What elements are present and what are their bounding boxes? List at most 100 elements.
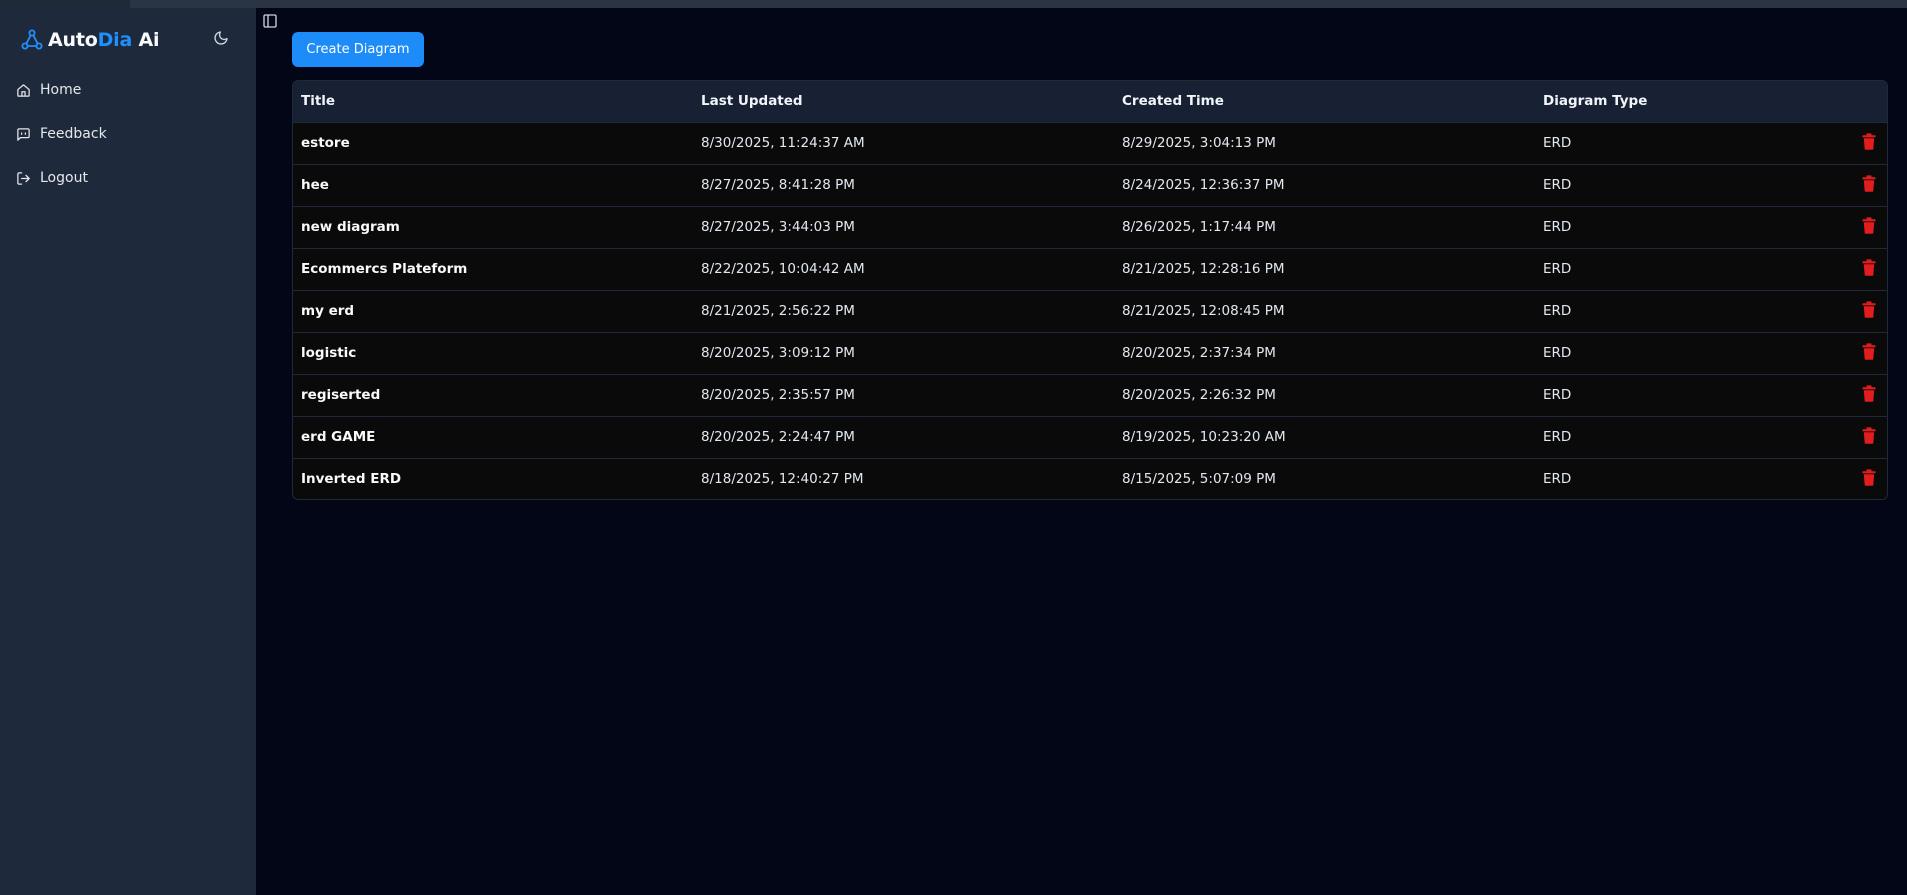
delete-button[interactable] — [1861, 426, 1877, 448]
row-last-updated: 8/18/2025, 12:40:27 PM — [701, 471, 864, 488]
row-last-updated: 8/21/2025, 2:56:22 PM — [701, 303, 855, 319]
panel-left-icon — [263, 14, 277, 28]
sidebar-item-label: Home — [40, 82, 82, 98]
sidebar-item-label: Logout — [40, 170, 88, 186]
row-title[interactable]: estore — [293, 122, 693, 164]
row-diagram-type: ERD — [1543, 219, 1572, 235]
row-actions — [1843, 458, 1887, 499]
row-diagram-type: ERD — [1543, 177, 1572, 193]
row-created-time: 8/24/2025, 12:36:37 PM — [1122, 177, 1285, 193]
row-actions — [1843, 374, 1887, 416]
sidebar-item-home[interactable]: Home — [0, 68, 256, 112]
table-row[interactable]: Ecommercs Plateform 8/22/2025, 10:04:42 A… — [293, 248, 1887, 290]
row-last-updated: 8/20/2025, 2:35:57 PM — [701, 387, 855, 403]
table-row[interactable]: erd GAME 8/20/2025, 2:24:47 PM 8/19/2025, … — [293, 416, 1887, 458]
trash-icon — [1862, 469, 1876, 486]
table-row[interactable]: regiserted 8/20/2025, 2:35:57 PM 8/20/2025… — [293, 374, 1887, 416]
trash-icon — [1862, 300, 1876, 318]
table-row[interactable]: logistic 8/20/2025, 3:09:12 PM 8/20/2025, … — [293, 332, 1887, 374]
row-title[interactable]: Ecommercs Plateform — [293, 248, 693, 290]
brand-name-part1: Auto — [48, 29, 98, 51]
trash-icon — [1862, 174, 1876, 192]
table-header-row: Title Last Updated Created Time Diagram … — [293, 81, 1887, 122]
row-created-time: 8/29/2025, 3:04:13 PM — [1122, 135, 1276, 151]
row-actions — [1843, 206, 1887, 248]
table-row[interactable]: my erd 8/21/2025, 2:56:22 PM 8/21/2025, 12… — [293, 290, 1887, 332]
brand-name-accent: Dia — [97, 29, 133, 51]
row-actions — [1843, 248, 1887, 290]
row-created-time: 8/21/2025, 12:28:16 PM — [1122, 261, 1285, 277]
table-row[interactable]: hee 8/27/2025, 8:41:28 PM 8/24/2025, 12:36… — [293, 164, 1887, 206]
theme-toggle-button[interactable] — [211, 28, 231, 48]
row-diagram-type: ERD — [1543, 429, 1572, 445]
row-diagram-type: ERD — [1543, 303, 1572, 319]
create-diagram-button[interactable]: Create Diagram — [292, 32, 424, 67]
row-last-updated: 8/20/2025, 3:09:12 PM — [701, 345, 855, 361]
row-actions — [1843, 164, 1887, 206]
row-last-updated: 8/27/2025, 8:41:28 PM — [701, 177, 855, 193]
row-title[interactable]: new diagram — [293, 206, 693, 248]
row-created-time: 8/26/2025, 1:17:44 PM — [1122, 219, 1276, 235]
row-diagram-type: ERD — [1543, 387, 1572, 403]
sidebar-item-feedback[interactable]: Feedback — [0, 112, 256, 156]
trash-icon — [1862, 258, 1876, 276]
row-actions — [1843, 122, 1887, 164]
row-actions — [1843, 290, 1887, 332]
delete-button[interactable] — [1861, 132, 1877, 154]
sidebar-toggle-button[interactable] — [262, 13, 278, 29]
delete-button[interactable] — [1861, 384, 1877, 406]
trash-icon — [1862, 132, 1876, 150]
row-title[interactable]: erd GAME — [293, 416, 693, 458]
logout-icon — [17, 171, 30, 185]
row-last-updated: 8/20/2025, 2:24:47 PM — [701, 429, 855, 445]
table-row[interactable]: Inverted ERD 8/18/2025, 12:40:27 PM 8/15/2… — [293, 458, 1887, 499]
row-diagram-type: ERD — [1543, 261, 1572, 277]
home-icon — [17, 83, 30, 97]
row-diagram-type: ERD — [1543, 345, 1572, 361]
row-title[interactable]: hee — [293, 164, 693, 206]
brand-logo[interactable]: AutoDia Ai — [20, 22, 160, 58]
browser-top-strip — [0, 0, 1907, 8]
sidebar-nav: Home Feedback Logout — [0, 68, 256, 200]
delete-button[interactable] — [1861, 342, 1877, 364]
browser-tab-strip — [130, 0, 1907, 8]
row-title[interactable]: my erd — [293, 290, 693, 332]
row-title[interactable]: Inverted ERD — [293, 458, 693, 499]
delete-button[interactable] — [1861, 258, 1877, 280]
moon-icon — [214, 31, 228, 45]
column-header-actions — [1843, 81, 1887, 122]
row-created-time: 8/15/2025, 5:07:09 PM — [1122, 471, 1276, 488]
sidebar: AutoDia Ai Home Feedback Logout — [0, 8, 256, 895]
row-diagram-type: ERD — [1543, 471, 1572, 488]
column-header-diagram-type[interactable]: Diagram Type — [1535, 81, 1843, 122]
delete-button[interactable] — [1861, 174, 1877, 196]
row-last-updated: 8/30/2025, 11:24:37 AM — [701, 135, 865, 151]
column-header-created-time[interactable]: Created Time — [1114, 81, 1535, 122]
row-last-updated: 8/22/2025, 10:04:42 AM — [701, 261, 865, 277]
row-created-time: 8/20/2025, 2:26:32 PM — [1122, 387, 1276, 403]
row-actions — [1843, 332, 1887, 374]
row-actions — [1843, 416, 1887, 458]
row-title[interactable]: logistic — [293, 332, 693, 374]
brand-name: AutoDia Ai — [48, 29, 160, 51]
column-header-last-updated[interactable]: Last Updated — [693, 81, 1114, 122]
table-row[interactable]: new diagram 8/27/2025, 3:44:03 PM 8/26/202… — [293, 206, 1887, 248]
trash-icon — [1862, 384, 1876, 402]
row-last-updated: 8/27/2025, 3:44:03 PM — [701, 219, 855, 235]
delete-button[interactable] — [1861, 216, 1877, 238]
row-title[interactable]: regiserted — [293, 374, 693, 416]
diagrams-table: Title Last Updated Created Time Diagram … — [292, 80, 1888, 500]
trash-icon — [1862, 342, 1876, 360]
delete-button[interactable] — [1861, 469, 1877, 490]
table-row[interactable]: estore 8/30/2025, 11:24:37 AM 8/29/2025, 3… — [293, 122, 1887, 164]
sidebar-item-logout[interactable]: Logout — [0, 156, 256, 200]
delete-button[interactable] — [1861, 300, 1877, 322]
diagram-logo-icon — [21, 29, 43, 50]
message-square-icon — [17, 127, 30, 141]
trash-icon — [1862, 216, 1876, 234]
row-created-time: 8/21/2025, 12:08:45 PM — [1122, 303, 1285, 319]
brand-name-part3: Ai — [132, 29, 160, 51]
trash-icon — [1862, 426, 1876, 444]
column-header-title[interactable]: Title — [293, 81, 693, 122]
row-created-time: 8/20/2025, 2:37:34 PM — [1122, 345, 1276, 361]
